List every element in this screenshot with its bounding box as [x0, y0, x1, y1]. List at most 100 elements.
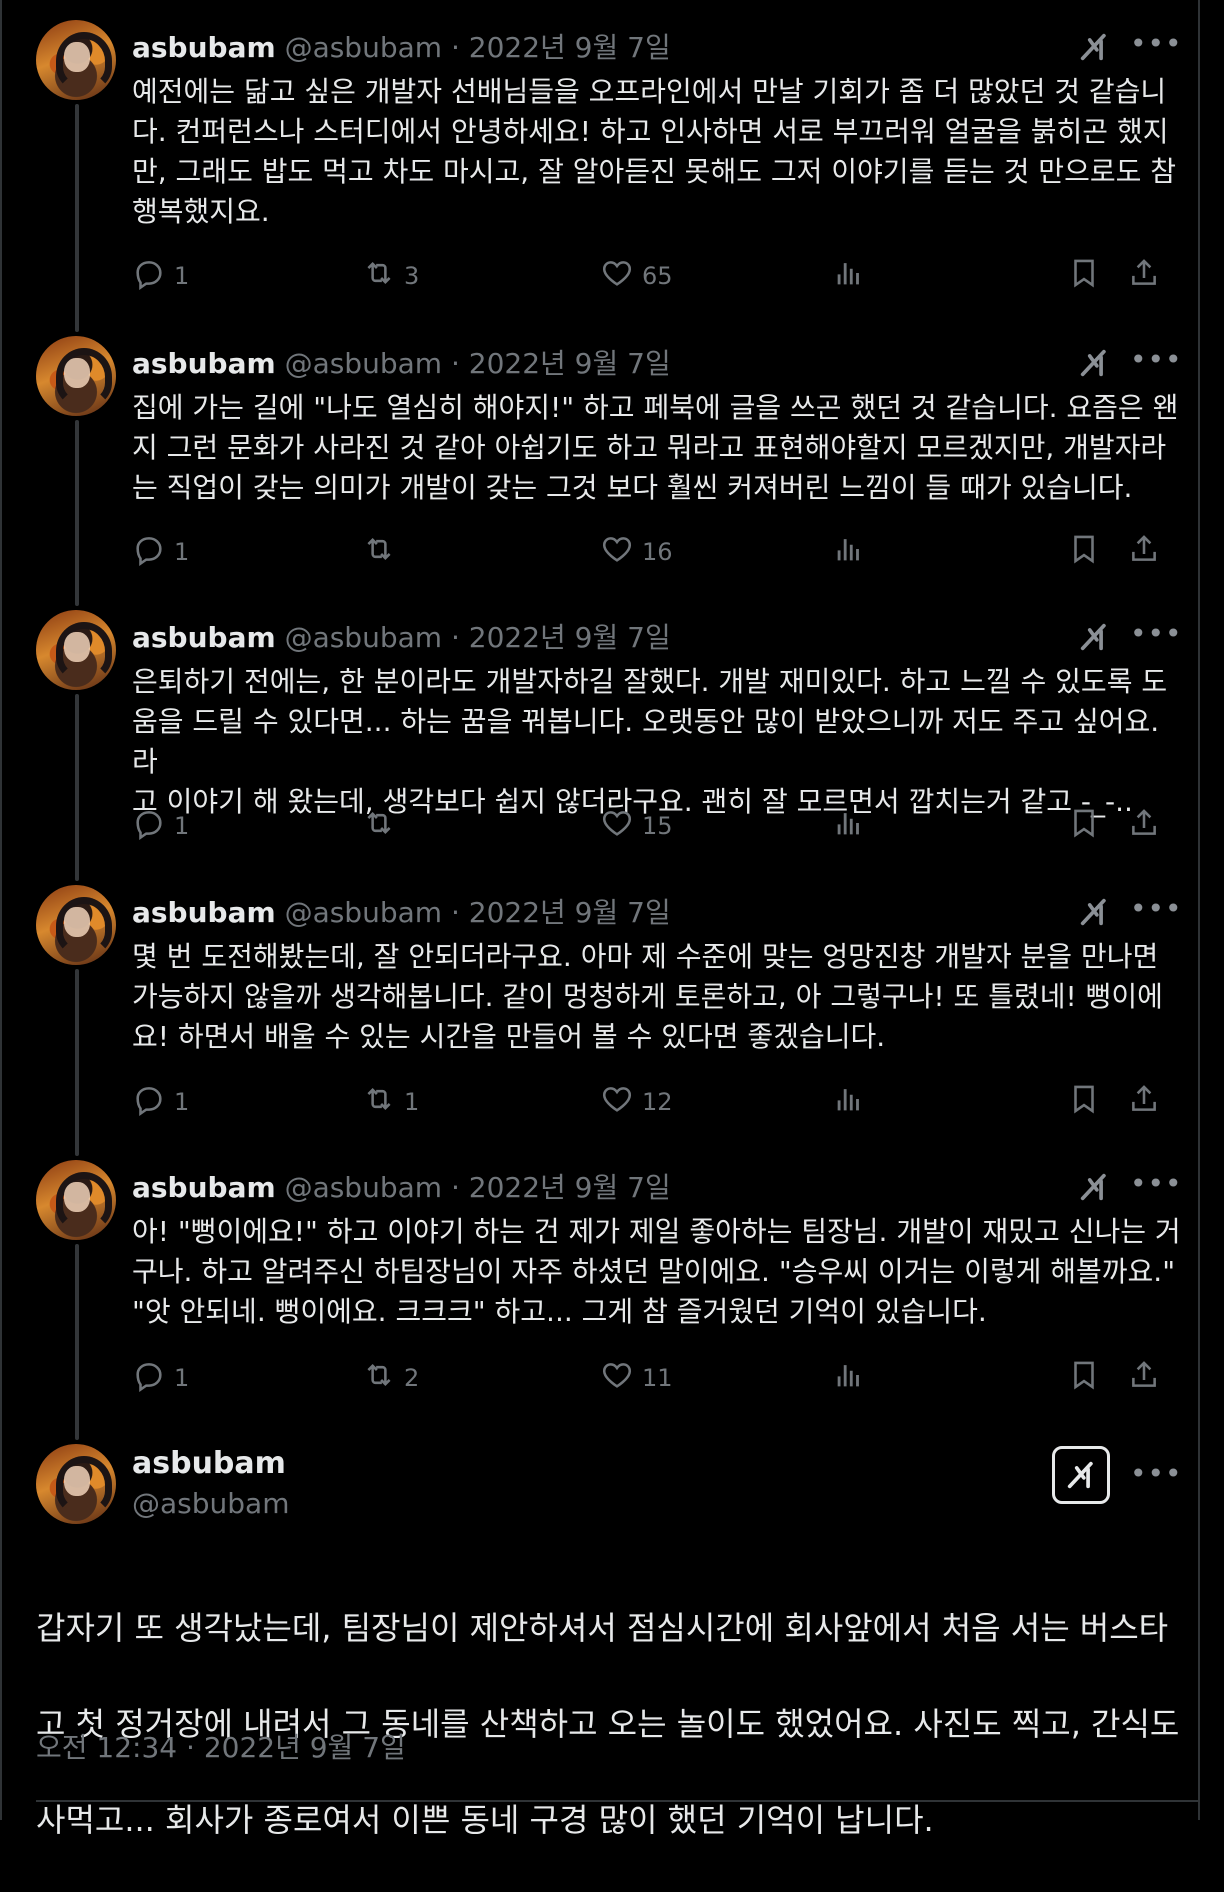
tweet-text-line: 다. 컨퍼런스나 스터디에서 안녕하세요! 하고 인사하면 서로 부끄러워 얼굴… [132, 115, 1169, 148]
reply-count: 1 [174, 1088, 190, 1116]
repost-button[interactable] [362, 806, 404, 846]
grok-icon[interactable] [1077, 30, 1111, 64]
share-button[interactable] [1127, 1082, 1161, 1122]
tweet-text-line: 은퇴하기 전에는, 한 분이라도 개발자하길 잘했다. 개발 재미있다. 하고 … [132, 665, 1168, 698]
like-button[interactable]: 12 [600, 1082, 673, 1122]
more-icon[interactable]: ••• [1130, 1170, 1183, 1198]
author-handle[interactable]: @asbubam [285, 896, 442, 929]
tweet-text-line: "앗 안되네. 뻥이에요. 크크크" 하고... 그게 참 즐거웠던 기억이 있… [132, 1295, 987, 1328]
grok-icon[interactable] [1077, 1170, 1111, 1204]
repost-button[interactable]: 2 [362, 1358, 419, 1398]
like-count: 65 [642, 262, 673, 290]
share-button[interactable] [1127, 532, 1161, 572]
like-count: 16 [642, 538, 673, 566]
reply-tweet[interactable]: asbubam @asbubam · 2022년 9월 7일 ••• 아! "뻥이에… [0, 1160, 1200, 1460]
bookmark-button[interactable] [1067, 1358, 1101, 1398]
reply-button[interactable]: 1 [132, 532, 189, 572]
like-count: 15 [642, 812, 673, 840]
thread-connector-line [75, 420, 79, 606]
author-handle[interactable]: @asbubam [285, 1171, 442, 1204]
reply-count: 1 [174, 538, 190, 566]
repost-icon [362, 1082, 396, 1122]
avatar[interactable] [36, 885, 116, 965]
bookmark-button[interactable] [1067, 806, 1101, 846]
more-icon[interactable]: ••• [1130, 1460, 1183, 1488]
views-button[interactable] [832, 806, 866, 846]
tweet-actions: 1 16 [132, 532, 1172, 572]
reply-icon [132, 256, 166, 296]
bookmark-icon [1067, 1358, 1101, 1398]
like-count: 11 [642, 1364, 673, 1392]
more-icon[interactable]: ••• [1130, 30, 1183, 58]
repost-icon [362, 1358, 396, 1398]
tweet-date[interactable]: 2022년 9월 7일 [469, 621, 671, 654]
reply-count: 1 [174, 262, 190, 290]
views-icon [832, 806, 866, 846]
share-icon [1127, 806, 1161, 846]
tweet-date[interactable]: 2022년 9월 7일 [469, 31, 671, 64]
bookmark-button[interactable] [1067, 256, 1101, 296]
tweet-text-line: 가능하지 않을까 생각해봅니다. 같이 멍청하게 토론하고, 아 그렇구나! 또… [132, 980, 1163, 1013]
share-button[interactable] [1127, 806, 1161, 846]
views-button[interactable] [832, 532, 866, 572]
more-icon[interactable]: ••• [1130, 346, 1183, 374]
views-button[interactable] [832, 1358, 866, 1398]
reply-tweet[interactable]: asbubam @asbubam · 2022년 9월 7일 ••• 집에 가는 길… [0, 336, 1200, 610]
avatar[interactable] [36, 610, 116, 690]
tweet-date[interactable]: 2022년 9월 7일 [469, 347, 671, 380]
author-handle[interactable]: @asbubam [285, 621, 442, 654]
tweet-timestamp[interactable]: 오전 12:34 · 2022년 9월 7일 [36, 1728, 406, 1768]
author-name[interactable]: asbubam [132, 1444, 286, 1484]
grok-icon[interactable] [1052, 1446, 1110, 1504]
reply-tweet[interactable]: asbubam @asbubam · 2022년 9월 7일 ••• 은퇴하기 전에… [0, 610, 1200, 885]
bookmark-icon [1067, 806, 1101, 846]
author-name[interactable]: asbubam [132, 347, 276, 380]
avatar[interactable] [36, 1160, 116, 1240]
more-icon[interactable]: ••• [1130, 620, 1183, 648]
tweet-text-line: 집에 가는 길에 "나도 열심히 해야지!" 하고 페북에 글을 쓰곤 했던 것… [132, 391, 1179, 424]
reply-button[interactable]: 1 [132, 256, 189, 296]
tweet-text-line: 예전에는 닮고 싶은 개발자 선배님들을 오프라인에서 만날 기회가 좀 더 많… [132, 75, 1167, 108]
reply-tweet[interactable]: asbubam @asbubam · 2022년 9월 7일 ••• 예전에는 닮고… [0, 20, 1200, 336]
reply-button[interactable]: 1 [132, 806, 189, 846]
grok-icon[interactable] [1077, 895, 1111, 929]
like-button[interactable]: 16 [600, 532, 673, 572]
author-name[interactable]: asbubam [132, 621, 276, 654]
like-button[interactable]: 15 [600, 806, 673, 846]
share-button[interactable] [1127, 256, 1161, 296]
author-name[interactable]: asbubam [132, 896, 276, 929]
grok-icon[interactable] [1077, 346, 1111, 380]
avatar[interactable] [36, 20, 116, 100]
views-icon [832, 1358, 866, 1398]
share-button[interactable] [1127, 1358, 1161, 1398]
author-handle[interactable]: @asbubam [285, 31, 442, 64]
views-button[interactable] [832, 1082, 866, 1122]
reply-button[interactable]: 1 [132, 1082, 189, 1122]
repost-button[interactable]: 3 [362, 256, 419, 296]
thread-connector-line [75, 1244, 79, 1440]
repost-button[interactable] [362, 532, 404, 572]
tweet-actions: 1 2 11 [132, 1358, 1172, 1398]
author-name[interactable]: asbubam [132, 31, 276, 64]
author-name[interactable]: asbubam [132, 1171, 276, 1204]
tweet-date[interactable]: 2022년 9월 7일 [469, 896, 671, 929]
views-button[interactable] [832, 256, 866, 296]
more-icon[interactable]: ••• [1130, 895, 1183, 923]
repost-button[interactable]: 1 [362, 1082, 419, 1122]
author-handle[interactable]: @asbubam [132, 1484, 289, 1524]
tweet-text-line: 만, 그래도 밥도 먹고 차도 마시고, 잘 알아듣진 못해도 그저 이야기를 … [132, 155, 1177, 188]
bookmark-button[interactable] [1067, 1082, 1101, 1122]
like-icon [600, 532, 634, 572]
grok-icon[interactable] [1077, 620, 1111, 654]
avatar[interactable] [36, 336, 116, 416]
tweet-text: 갑자기 또 생각났는데, 팀장님이 제안하셔서 점심시간에 회사앞에서 처음 서… [36, 1609, 1180, 1839]
meta-separator: · [442, 896, 469, 929]
reply-tweet[interactable]: asbubam @asbubam · 2022년 9월 7일 ••• 몇 번 도전해… [0, 885, 1200, 1160]
like-button[interactable]: 65 [600, 256, 673, 296]
avatar[interactable] [36, 1444, 116, 1524]
tweet-date[interactable]: 2022년 9월 7일 [469, 1171, 671, 1204]
author-handle[interactable]: @asbubam [285, 347, 442, 380]
reply-button[interactable]: 1 [132, 1358, 189, 1398]
bookmark-button[interactable] [1067, 532, 1101, 572]
like-button[interactable]: 11 [600, 1358, 673, 1398]
